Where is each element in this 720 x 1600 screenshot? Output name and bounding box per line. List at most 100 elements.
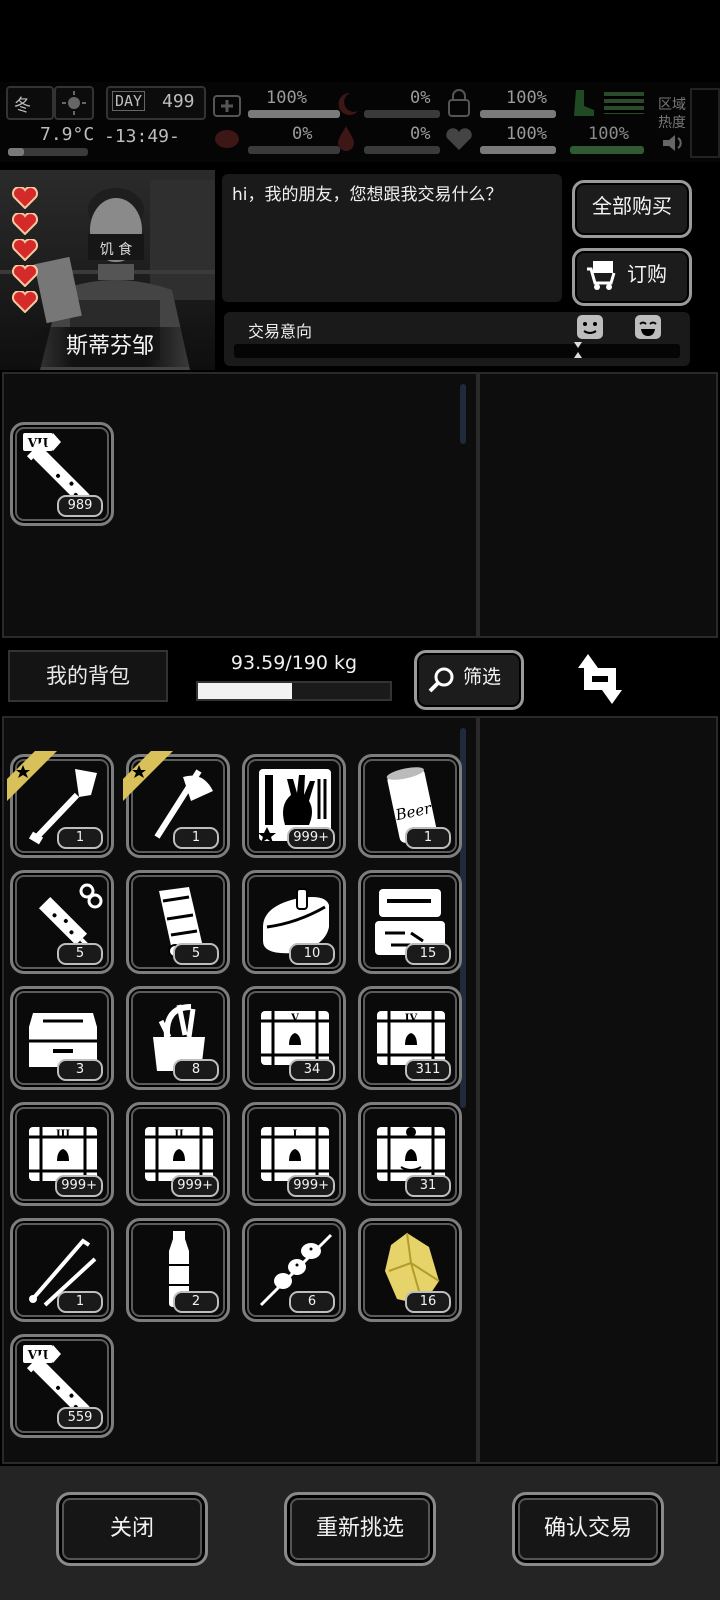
season-indicator: 冬 [6,86,54,120]
buy-all-button[interactable]: 全部购买 [572,180,692,238]
neutral-face-icon [577,315,603,339]
trader-dialogue: hi，我的朋友，您想跟我交易什么？ [222,174,562,302]
backpack-item-slot[interactable]: IV 311 [358,986,462,1090]
weight-bar [196,681,392,701]
intent-marker-icon [574,342,582,358]
trader-item-slot[interactable]: VII 989 [10,422,114,526]
item-count: 999+ [287,1175,335,1197]
magnifier-icon [428,667,454,693]
day-label: DAY [112,91,146,111]
item-count: 311 [405,1059,451,1081]
confirm-trade-button[interactable]: 确认交易 [512,1492,664,1566]
backpack-weight: 93.59/190 kg [230,652,358,674]
sanity-value: 0% [292,124,313,144]
thirst-bar [364,146,440,154]
clock: -13:49- [104,126,180,147]
svg-text:IV: IV [405,1013,418,1024]
item-count: 34 [289,1059,335,1081]
backpack-item-slot[interactable]: I 999+ [242,1102,346,1206]
mask-text: 饥 食 [100,241,132,258]
brain-icon [215,130,239,148]
backpack-item-slot[interactable]: 10 [242,870,346,974]
item-count: 999+ [287,827,335,849]
svg-text:III: III [56,1129,70,1140]
stamina-bar [480,110,556,118]
backpack-item-slot[interactable]: V 34 [242,986,346,1090]
mood-value: 100% [506,124,547,144]
mood-bar [480,146,556,154]
backpack-item-slot[interactable]: 16 [358,1218,462,1322]
item-count: 1 [173,827,219,849]
backpack-offer-panel[interactable] [478,716,718,1464]
item-count: 999+ [55,1175,103,1197]
heart-icon [12,291,38,313]
item-count: 8 [173,1059,219,1081]
backpack-item-slot[interactable]: Beer 1 [358,754,462,858]
item-count: 5 [173,943,219,965]
swap-arrows-icon[interactable] [572,648,628,710]
trader-name: 斯蒂芬邹 [20,327,200,367]
trade-intent-bar [234,344,680,358]
heart-outline-icon [446,128,472,150]
item-count: 15 [405,943,451,965]
backpack-item-slot[interactable]: 2 [126,1218,230,1322]
order-button[interactable]: 订购 [572,248,692,306]
heart-icon [12,187,38,209]
trade-intent-panel: 交易意向 [224,312,690,366]
health-bar [248,110,340,118]
exp-value: 100% [588,124,629,144]
star-ribbon-icon [123,751,173,801]
backpack-item-slot[interactable]: 5 [126,870,230,974]
heart-icon [12,265,38,287]
order-label: 订购 [627,262,667,286]
backpack-item-slot[interactable]: 8 [126,986,230,1090]
backpack-item-slot[interactable]: 1 [7,751,114,858]
item-count: 1 [405,827,451,849]
item-count: 6 [289,1291,335,1313]
item-count: 2 [173,1291,219,1313]
backpack-item-slot[interactable]: 5 [10,870,114,974]
item-count: 989 [57,495,103,517]
item-count: 1 [57,827,103,849]
item-count: 31 [405,1175,451,1197]
temperature-bar [8,148,88,156]
stamina-value: 100% [506,88,547,108]
backpack-title: 我的背包 [8,650,168,702]
svg-text:II: II [174,1129,184,1140]
trader-scrollbar[interactable] [460,384,466,444]
close-button[interactable]: 关闭 [56,1492,208,1566]
hunger-value: 0% [410,88,431,108]
status-hud: 冬 DAY 499 7.9°C -13:49- 100% 0% 100% 0% … [0,82,720,162]
lock-icon [448,89,470,117]
backpack-item-slot[interactable]: VII 559 [10,1334,114,1438]
backpack-item-slot[interactable]: II 999+ [126,1102,230,1206]
filter-label: 筛选 [463,666,502,688]
backpack-item-slot[interactable]: 31 [358,1102,462,1206]
item-count: 3 [57,1059,103,1081]
star-ribbon-icon [7,751,57,801]
sanity-bar [248,146,340,154]
item-count: 10 [289,943,335,965]
day-counter: DAY 499 [106,86,206,120]
backpack-item-slot[interactable]: 15 [358,870,462,974]
trader-offer-panel[interactable] [478,372,718,638]
backpack-item-slot[interactable]: 1 [10,1218,114,1322]
region-label: 区域 [658,97,686,113]
backpack-item-slot[interactable]: III 999+ [10,1102,114,1206]
backpack-item-slot[interactable]: 6 [242,1218,346,1322]
svg-text:V: V [290,1013,299,1024]
temperature: 7.9°C [40,124,95,145]
reselect-button[interactable]: 重新挑选 [284,1492,436,1566]
svg-text:I: I [293,1129,298,1140]
item-count: 5 [57,943,103,965]
backpack-item-slot[interactable]: 999+ [242,754,346,858]
boot-icon [574,90,594,116]
backpack-item-slot[interactable]: 1 [123,751,230,858]
speaker-icon[interactable] [660,132,686,154]
filter-button[interactable]: 筛选 [414,650,524,710]
backpack-item-slot[interactable]: 3 [10,986,114,1090]
hunger-bar [364,110,440,118]
medkit-icon [213,95,241,117]
heart-icon [12,239,38,261]
exp-bar [570,146,644,154]
